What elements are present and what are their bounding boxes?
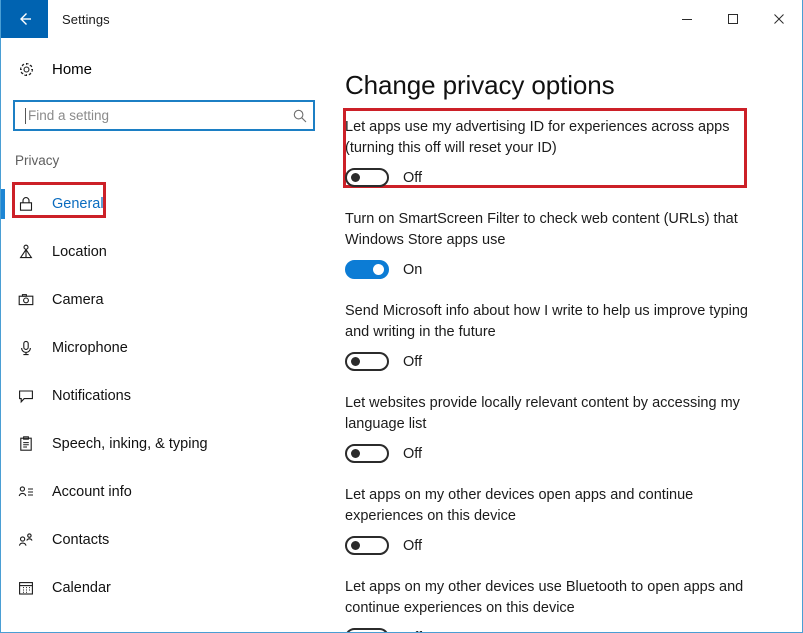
setting-toggle-row: Off — [345, 352, 802, 371]
search-icon[interactable] — [287, 108, 313, 124]
home-label: Home — [52, 60, 93, 78]
close-button[interactable] — [756, 0, 802, 38]
sidebar-item-label: General — [52, 196, 104, 212]
setting-advertising-id: Let apps use my advertising ID for exper… — [343, 108, 802, 188]
window-body: Home Find a setting Privacy General Loca… — [1, 38, 802, 632]
sidebar-item-calendar[interactable]: Calendar — [1, 564, 331, 612]
setting-smartscreen-filter: Turn on SmartScreen Filter to check web … — [345, 209, 802, 279]
microphone-icon — [17, 339, 43, 357]
account-list-icon — [17, 483, 43, 501]
sidebar-item-label: Microphone — [52, 340, 128, 356]
setting-toggle-row: Off — [345, 536, 802, 555]
toggle-knob — [351, 541, 360, 550]
speech-bubble-icon — [17, 387, 43, 405]
clipboard-icon — [17, 435, 43, 453]
setting-description: Let apps on my other devices use Bluetoo… — [345, 579, 744, 616]
sidebar-nav-list: General Location Camera Microphone Notif… — [1, 180, 331, 612]
setting-toggle-row: Off — [345, 168, 802, 187]
sidebar-item-location[interactable]: Location — [1, 228, 331, 276]
sidebar-item-contacts[interactable]: Contacts — [1, 516, 331, 564]
sidebar: Home Find a setting Privacy General Loca… — [1, 38, 331, 632]
toggle-knob — [373, 264, 384, 275]
toggle-state-label: On — [403, 261, 423, 278]
sidebar-section-label: Privacy — [15, 153, 60, 168]
setting-description: Let apps use my advertising ID for exper… — [345, 119, 730, 156]
close-icon — [773, 13, 785, 25]
toggle-typing-info[interactable] — [345, 352, 389, 371]
setting-cross-device-bluetooth: Let apps on my other devices use Bluetoo… — [345, 577, 802, 632]
maximize-icon — [727, 13, 739, 25]
toggle-state-label: Off — [403, 353, 423, 370]
location-pin-icon — [17, 243, 43, 261]
sidebar-item-label: Account info — [52, 484, 132, 500]
sidebar-item-notifications[interactable]: Notifications — [1, 372, 331, 420]
main-pane: Change privacy options Let apps use my a… — [331, 38, 802, 632]
back-arrow-icon — [16, 10, 34, 28]
sidebar-item-label: Contacts — [52, 532, 110, 548]
setting-toggle-row: Off — [345, 628, 802, 632]
toggle-state-label: Off — [403, 169, 423, 186]
sidebar-item-label: Speech, inking, & typing — [52, 436, 208, 452]
contacts-icon — [17, 531, 43, 549]
toggle-knob — [351, 449, 360, 458]
title-bar: Settings — [1, 0, 802, 38]
setting-description: Let websites provide locally relevant co… — [345, 395, 740, 432]
camera-icon — [17, 291, 43, 309]
toggle-smartscreen-filter[interactable] — [345, 260, 389, 279]
setting-description: Turn on SmartScreen Filter to check web … — [345, 211, 738, 248]
toggle-knob — [351, 357, 360, 366]
settings-list: Let apps use my advertising ID for exper… — [343, 101, 802, 632]
window-controls — [664, 0, 802, 38]
calendar-icon — [17, 579, 43, 597]
sidebar-item-microphone[interactable]: Microphone — [1, 324, 331, 372]
toggle-language-list[interactable] — [345, 444, 389, 463]
settings-window: Settings Home Find a setting Privacy Gen… — [0, 0, 803, 633]
sidebar-item-account-info[interactable]: Account info — [1, 468, 331, 516]
setting-cross-device-apps: Let apps on my other devices open apps a… — [345, 485, 802, 555]
setting-typing-info: Send Microsoft info about how I write to… — [345, 301, 802, 371]
back-button[interactable] — [1, 0, 48, 38]
sidebar-item-label: Calendar — [52, 580, 111, 596]
setting-toggle-row: Off — [345, 444, 802, 463]
sidebar-item-label: Camera — [52, 292, 104, 308]
toggle-state-label: Off — [403, 445, 423, 462]
sidebar-item-camera[interactable]: Camera — [1, 276, 331, 324]
sidebar-item-label: Location — [52, 244, 107, 260]
page-title: Change privacy options — [345, 70, 615, 100]
setting-description: Let apps on my other devices open apps a… — [345, 487, 694, 524]
search-input[interactable]: Find a setting — [13, 100, 315, 131]
selection-accent-bar — [1, 189, 5, 219]
setting-toggle-row: On — [345, 260, 802, 279]
toggle-state-label: Off — [389, 630, 422, 633]
window-title: Settings — [62, 11, 110, 27]
toggle-state-label: Off — [403, 537, 423, 554]
sidebar-item-home[interactable]: Home — [1, 52, 331, 86]
gear-icon — [17, 60, 43, 79]
toggle-cross-device-apps[interactable] — [345, 536, 389, 555]
lock-icon — [17, 195, 43, 213]
minimize-icon — [681, 13, 693, 25]
toggle-cross-device-bluetooth[interactable] — [345, 628, 389, 632]
sidebar-item-label: Notifications — [52, 388, 131, 404]
sidebar-item-general[interactable]: General — [1, 180, 331, 228]
minimize-button[interactable] — [664, 0, 710, 38]
setting-description: Send Microsoft info about how I write to… — [345, 303, 748, 340]
toggle-knob — [351, 173, 360, 182]
toggle-advertising-id[interactable] — [345, 168, 389, 187]
sidebar-item-speech-inking-typing[interactable]: Speech, inking, & typing — [1, 420, 331, 468]
search-placeholder: Find a setting — [28, 108, 110, 123]
setting-language-list: Let websites provide locally relevant co… — [345, 393, 802, 463]
maximize-button[interactable] — [710, 0, 756, 38]
